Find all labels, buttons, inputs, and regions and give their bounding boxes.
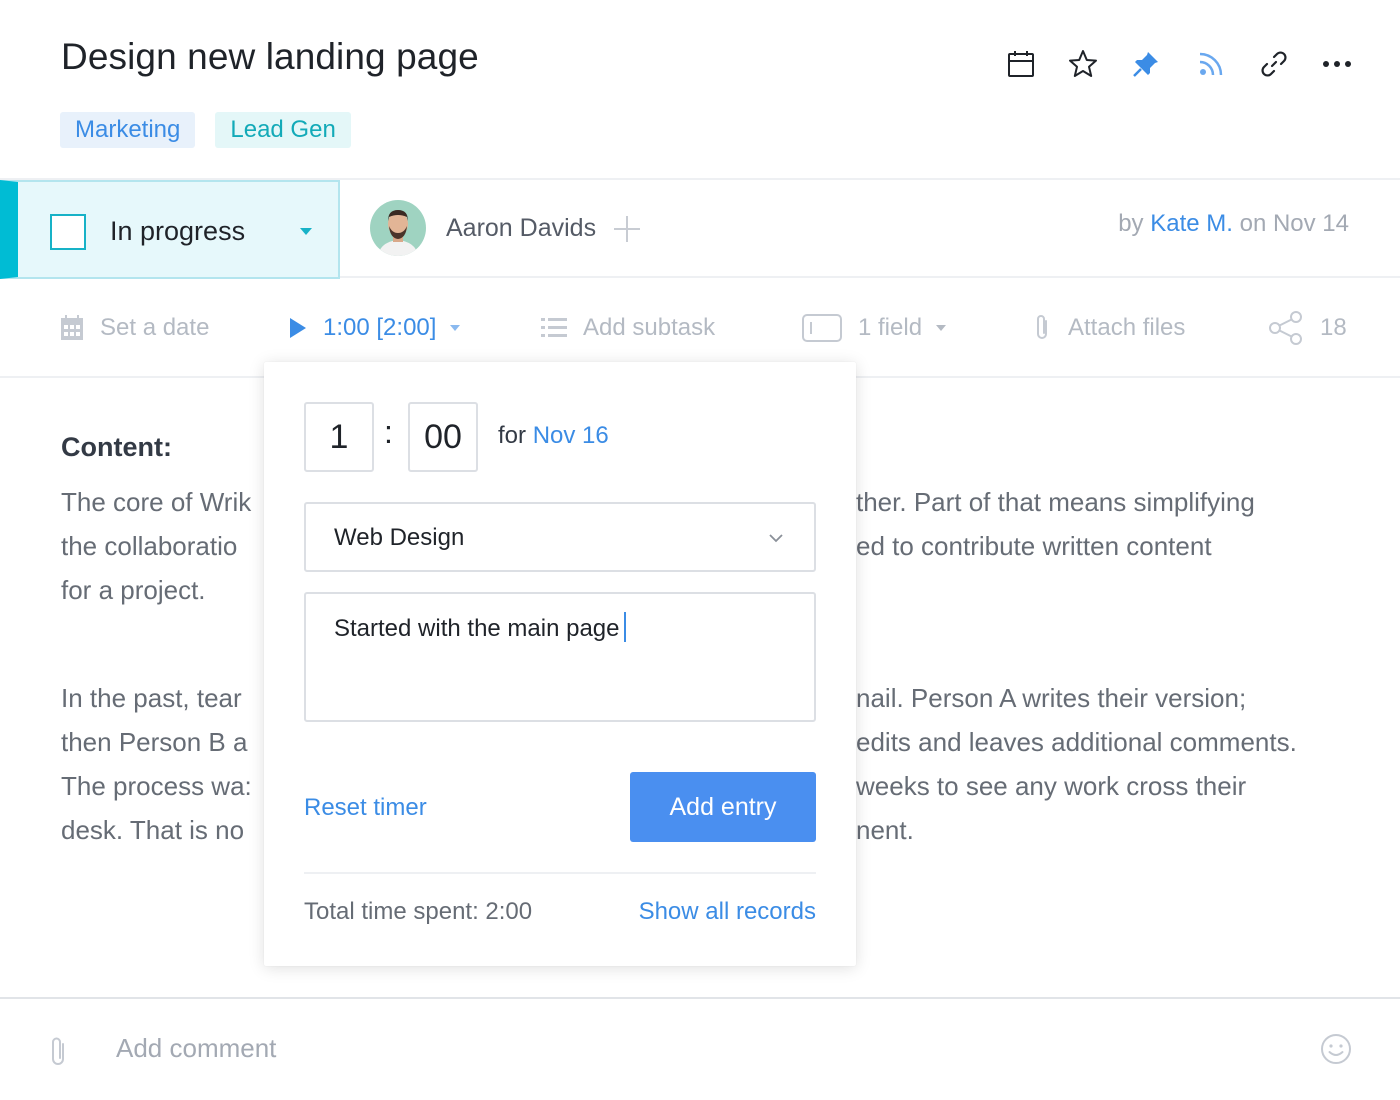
status-checkbox[interactable] [50, 214, 86, 250]
paragraph-line: nent. [856, 815, 914, 845]
content-paragraph-1-right: ther. Part of that means simplifying ed … [856, 480, 1356, 568]
field-label: 1 field [858, 314, 923, 341]
share-action[interactable]: 18 [1268, 311, 1347, 345]
author-link[interactable]: Kate M. [1150, 210, 1233, 237]
divider [304, 872, 816, 874]
share-icon [1268, 311, 1304, 345]
paragraph-line: weeks to see any work cross their [856, 771, 1247, 801]
caret-down-icon [300, 228, 312, 235]
text-cursor [623, 612, 626, 642]
add-entry-button[interactable]: Add entry [630, 772, 816, 842]
status-dropdown[interactable]: In progress [0, 180, 340, 279]
status-label: In progress [110, 216, 246, 246]
note-value: Started with the main page [334, 615, 620, 642]
paperclip-icon[interactable] [46, 1035, 70, 1074]
set-date-label: Set a date [100, 314, 210, 341]
paragraph-line: ed to contribute written content [856, 531, 1212, 561]
add-assignee-icon[interactable] [612, 214, 642, 244]
add-subtask-action[interactable]: Add subtask [541, 312, 715, 344]
note-textarea[interactable]: Started with the main page [304, 592, 816, 722]
tag-lead-gen[interactable]: Lead Gen [215, 112, 351, 148]
category-value: Web Design [334, 524, 465, 551]
content-paragraph-2-right: nail. Person A writes their version; edi… [856, 676, 1376, 852]
minutes-input[interactable]: 00 [408, 402, 478, 472]
paperclip-icon [1032, 313, 1052, 343]
category-select[interactable]: Web Design [304, 502, 816, 572]
time-separator: : [384, 414, 393, 450]
paragraph-line: edits and leaves additional comments. [856, 727, 1297, 757]
content-heading: Content: [61, 432, 172, 462]
tag-marketing[interactable]: Marketing [60, 112, 196, 148]
timer-label: 1:00 [2:00] [323, 314, 437, 341]
more-icon[interactable] [1317, 44, 1357, 84]
caret-down-icon [936, 325, 947, 331]
play-icon [289, 317, 307, 339]
emoji-icon[interactable] [1320, 1033, 1352, 1070]
author-date: on Nov 14 [1239, 210, 1349, 237]
caret-down-icon [450, 325, 461, 331]
assignee-name[interactable]: Aaron Davids [446, 214, 596, 243]
star-icon[interactable] [1063, 44, 1103, 84]
custom-field-action[interactable]: 1 field [802, 312, 947, 344]
set-date-action[interactable]: Set a date [60, 312, 209, 344]
note-text: Started with the main page [334, 612, 626, 643]
avatar[interactable] [370, 200, 426, 256]
show-all-records-link[interactable]: Show all records [639, 898, 816, 926]
reset-timer-link[interactable]: Reset timer [304, 794, 427, 822]
page-title: Design new landing page [61, 36, 479, 77]
author-info: by Kate M. on Nov 14 [1118, 210, 1349, 238]
time-entry-popup: 1 : 00 for Nov 16 Web Design Started wit… [264, 362, 856, 966]
rss-icon[interactable] [1191, 44, 1231, 84]
tag-list: Marketing Lead Gen [60, 112, 351, 148]
entry-date-label: for Nov 16 [498, 422, 609, 450]
status-row: In progress Aaron Davids by Kate M. on N… [0, 178, 1400, 279]
attach-files-action[interactable]: Attach files [1032, 312, 1185, 344]
total-time-spent: Total time spent: 2:00 [304, 898, 533, 925]
share-count: 18 [1320, 314, 1347, 341]
author-prefix: by [1118, 210, 1144, 237]
for-text: for [498, 422, 527, 449]
entry-date-link[interactable]: Nov 16 [533, 422, 609, 449]
link-icon[interactable] [1254, 44, 1294, 84]
calendar-icon [60, 315, 84, 341]
attach-files-label: Attach files [1068, 314, 1186, 341]
pin-icon[interactable] [1126, 44, 1166, 84]
paragraph-line: nail. Person A writes their version; [856, 683, 1247, 713]
hours-input[interactable]: 1 [304, 402, 374, 472]
chevron-down-icon [768, 530, 784, 548]
calendar-icon[interactable] [1001, 44, 1041, 84]
comment-input[interactable]: Add comment [116, 1033, 276, 1064]
add-subtask-label: Add subtask [583, 314, 716, 341]
comment-bar: Add comment [0, 997, 1400, 1100]
timer-action[interactable]: 1:00 [2:00] [289, 312, 461, 344]
field-icon [802, 314, 842, 342]
paragraph-line: ther. Part of that means simplifying [856, 487, 1255, 517]
list-icon [541, 317, 567, 339]
